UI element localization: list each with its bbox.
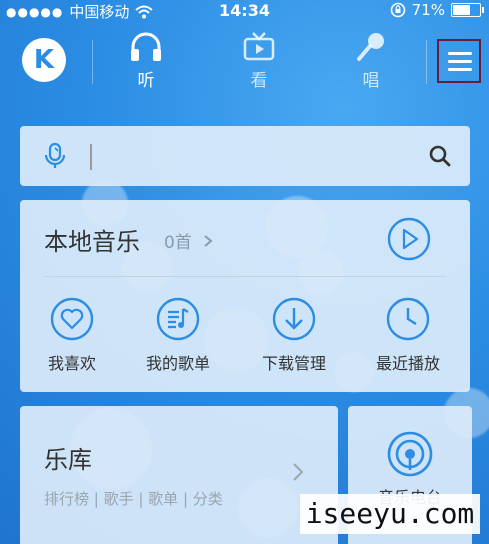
local-music-count[interactable]: 0首 bbox=[164, 228, 213, 253]
battery-icon bbox=[451, 3, 484, 17]
tab-sing[interactable]: 唱 bbox=[336, 30, 406, 91]
music-library-card[interactable]: 乐库 排行榜 | 歌手 | 歌单 | 分类 bbox=[20, 406, 338, 544]
clock-icon bbox=[386, 297, 430, 341]
library-title: 乐库 bbox=[44, 446, 92, 474]
search-bar[interactable] bbox=[20, 126, 470, 186]
search-icon[interactable] bbox=[428, 144, 452, 168]
voice-search-icon[interactable] bbox=[42, 142, 68, 170]
local-music-card[interactable]: 本地音乐 0首 我喜欢 我的歌单 下载管理 最近播放 bbox=[20, 200, 470, 392]
song-count: 0首 bbox=[164, 233, 192, 253]
shortcut-label: 下载管理 bbox=[261, 354, 326, 373]
search-input[interactable] bbox=[100, 140, 424, 174]
local-music-title[interactable]: 本地音乐 bbox=[44, 222, 140, 257]
download-icon bbox=[272, 297, 316, 341]
shortcut-label: 最近播放 bbox=[375, 354, 440, 373]
menu-icon bbox=[448, 68, 472, 71]
menu-icon bbox=[448, 60, 472, 63]
shortcut-downloads[interactable]: 下载管理 bbox=[249, 296, 339, 374]
heart-icon bbox=[50, 297, 94, 341]
headphones-icon bbox=[131, 32, 161, 61]
divider bbox=[44, 276, 446, 277]
menu-button[interactable] bbox=[437, 39, 481, 83]
status-bar: ●●●●● 中国移动 14:34 71% bbox=[0, 0, 489, 22]
nav-divider bbox=[426, 40, 427, 84]
shortcut-label: 我喜欢 bbox=[47, 354, 96, 373]
library-subtitle: 排行榜 | 歌手 | 歌单 | 分类 bbox=[44, 490, 223, 508]
rotation-lock-icon bbox=[390, 2, 405, 18]
tab-label: 看 bbox=[250, 71, 268, 91]
app-screen: ●●●●● 中国移动 14:34 71% K 听 看 唱 本地音乐 0首 我喜欢… bbox=[0, 0, 489, 544]
tab-label: 听 bbox=[137, 71, 155, 91]
shortcut-label: 我的歌单 bbox=[145, 354, 210, 373]
watermark: iseeyu.com bbox=[300, 494, 480, 534]
radio-icon bbox=[387, 431, 433, 477]
shortcut-recent[interactable]: 最近播放 bbox=[363, 296, 453, 374]
tab-label: 唱 bbox=[362, 71, 380, 91]
microphone-icon bbox=[357, 33, 384, 61]
top-nav-bar: K 听 看 唱 bbox=[0, 22, 489, 100]
tab-watch[interactable]: 看 bbox=[224, 30, 294, 91]
playlist-icon bbox=[156, 297, 200, 341]
tab-listen[interactable]: 听 bbox=[111, 30, 181, 91]
kugou-logo[interactable]: K bbox=[22, 38, 66, 82]
battery-percent: 71% bbox=[411, 1, 445, 19]
shortcut-favorites[interactable]: 我喜欢 bbox=[27, 296, 117, 374]
tv-icon bbox=[243, 32, 275, 61]
nav-divider bbox=[92, 40, 93, 84]
play-all-button[interactable] bbox=[386, 216, 432, 262]
shortcut-my-playlists[interactable]: 我的歌单 bbox=[133, 296, 223, 374]
text-caret bbox=[90, 144, 92, 170]
chevron-right-icon bbox=[293, 463, 304, 481]
chevron-right-icon bbox=[204, 235, 213, 247]
menu-icon bbox=[448, 52, 472, 55]
battery-fill bbox=[453, 5, 470, 15]
